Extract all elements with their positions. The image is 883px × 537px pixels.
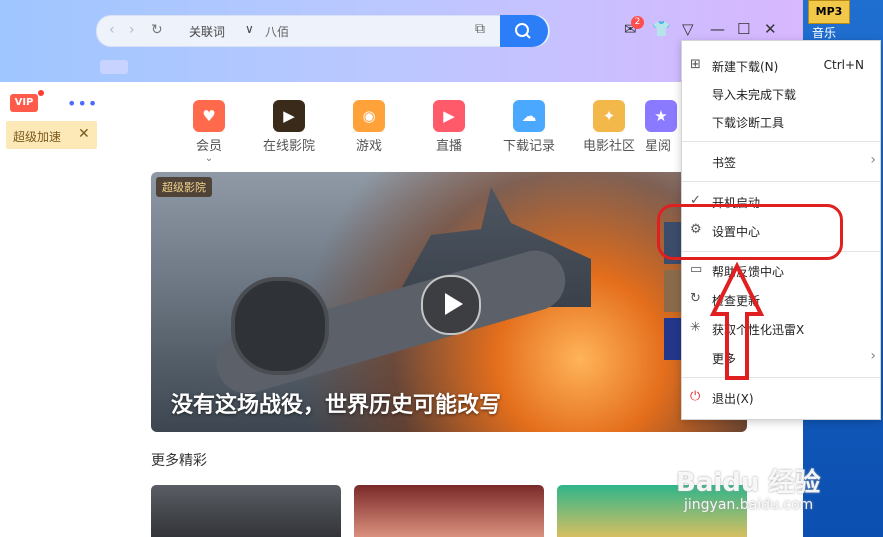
power-icon: ⏻ (690, 389, 701, 404)
featured-banner[interactable]: 超级影院 没有这场战役，世界历史可能改写 (151, 172, 747, 432)
vip-dot (38, 90, 44, 96)
chevron-down-icon[interactable]: ∨ (245, 22, 254, 36)
back-icon[interactable]: ‹ (109, 22, 115, 38)
boost-label: 超级加速 (13, 130, 62, 144)
menu-item-new-download[interactable]: ⊞ 新建下载(N) Ctrl+N (682, 53, 880, 79)
maximize-icon[interactable]: ☐ (737, 20, 750, 38)
watermark-url: jingyan.baidu.com (684, 497, 814, 513)
star-icon: ★ (645, 100, 677, 132)
cloud-icon: ☁ (513, 100, 545, 132)
banner-title: 没有这场战役，世界历史可能改写 (171, 393, 502, 418)
desktop-icon-label: 音乐 (812, 26, 837, 40)
menu-divider (682, 141, 880, 142)
nav-member[interactable]: ♥ 会员 ⌄ (179, 100, 239, 164)
tv-icon: ▶ (433, 100, 465, 132)
baidu-watermark: Baidu 经验 (676, 468, 821, 498)
menu-icon[interactable]: ▽ (682, 20, 694, 38)
chevron-down-icon: ⌄ (204, 153, 214, 164)
bookmark-icon[interactable]: ⧉ (475, 21, 493, 39)
refresh-icon[interactable]: ↻ (151, 22, 163, 38)
search-bar[interactable]: ‹ › ↻ 关联词 ∨ 八佰 ⧉ (96, 15, 550, 47)
nav-live[interactable]: ▶ 直播 (419, 100, 479, 154)
menu-item-bookmarks[interactable]: 书签 › (682, 149, 880, 175)
more-dots-icon[interactable]: ••• (67, 94, 98, 113)
nav-online-cinema[interactable]: ▶ 在线影院 (259, 100, 319, 154)
menu-item-import[interactable]: 导入未完成下载 (682, 81, 880, 107)
red-arrow-annotation (709, 262, 765, 380)
film-icon: ▶ (273, 100, 305, 132)
sparkle-icon: ✳ (690, 320, 701, 335)
forward-icon[interactable]: › (129, 22, 135, 38)
vip-badge[interactable]: VIP (10, 94, 38, 112)
close-icon[interactable]: ✕ (78, 126, 90, 142)
keyword-label[interactable]: 关联词 (189, 23, 225, 40)
highlight-ring (657, 204, 843, 260)
skin-icon[interactable]: 👕 (652, 20, 671, 38)
search-button[interactable] (500, 15, 548, 47)
menu-divider (682, 181, 880, 182)
section-title: 更多精彩 (151, 453, 207, 469)
chat-icon: ▭ (690, 262, 703, 277)
super-cinema-badge: 超级影院 (156, 177, 212, 197)
content-card[interactable] (354, 485, 544, 537)
content-card[interactable] (151, 485, 341, 537)
nav-games[interactable]: ◉ 游戏 (339, 100, 399, 154)
mp3-icon[interactable]: MP3 (808, 0, 850, 24)
chevron-right-icon: › (870, 348, 876, 364)
super-boost-tag[interactable]: 超级加速 ✕ (6, 121, 97, 149)
menu-item-diagnose[interactable]: 下载诊断工具 (682, 109, 880, 135)
notify-badge: 2 (631, 16, 644, 29)
menu-item-exit[interactable]: ⏻ 退出(X) (682, 385, 880, 411)
search-icon (515, 23, 531, 39)
chevron-right-icon: › (870, 152, 876, 168)
refresh-icon: ↻ (690, 291, 701, 306)
close-icon[interactable]: ✕ (764, 20, 777, 38)
minimize-icon[interactable]: — (710, 20, 725, 38)
heart-icon: ♥ (193, 100, 225, 132)
nav-download-history[interactable]: ☁ 下载记录 (499, 100, 559, 154)
nav-star-reading[interactable]: ★ 星阅 (645, 100, 681, 154)
bird-icon: ✦ (593, 100, 625, 132)
nav-movie-community[interactable]: ✦ 电影社区 (579, 100, 639, 154)
gamepad-icon: ◉ (353, 100, 385, 132)
propeller-image (231, 277, 329, 375)
search-input[interactable]: 八佰 (265, 23, 289, 40)
new-file-icon: ⊞ (690, 57, 701, 72)
play-icon[interactable] (421, 275, 481, 335)
tab-chip[interactable] (100, 60, 128, 74)
